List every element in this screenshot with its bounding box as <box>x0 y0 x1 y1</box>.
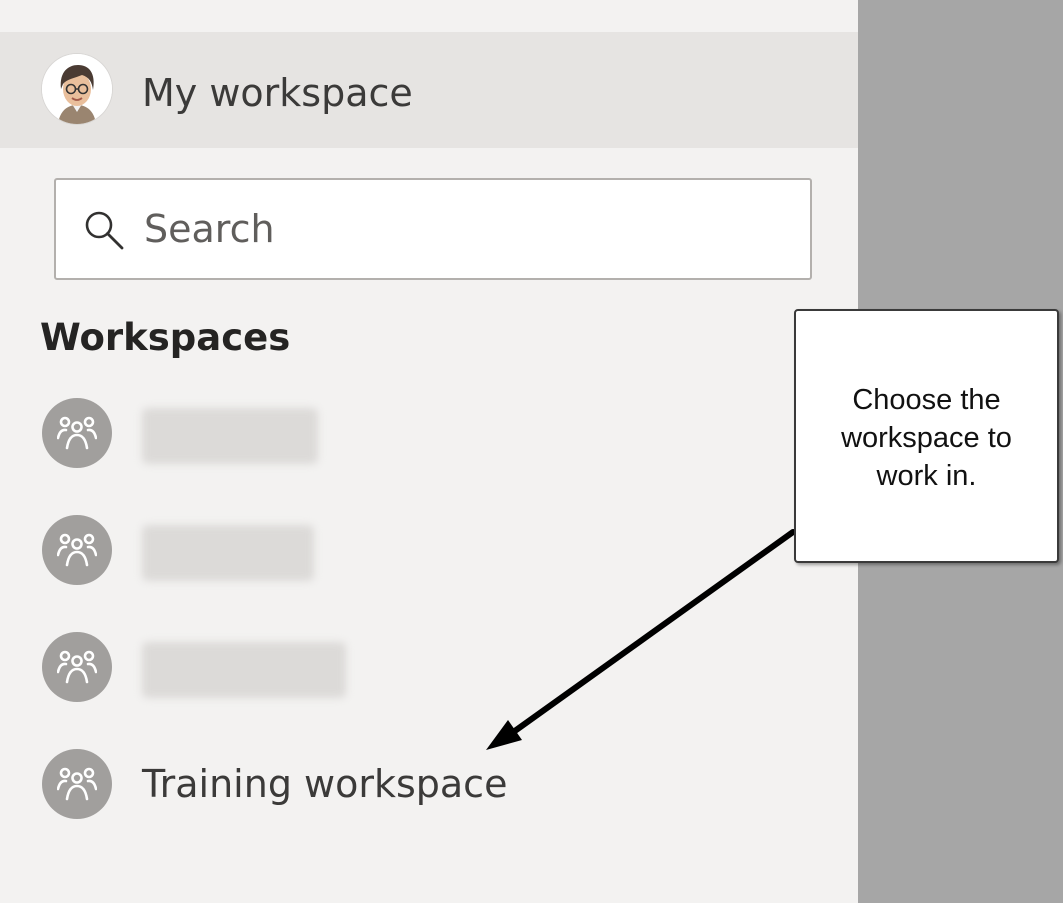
panel-top-strip <box>0 0 858 32</box>
blurred-workspace-name <box>142 525 314 581</box>
workspace-item[interactable] <box>0 398 760 488</box>
workspace-item[interactable] <box>0 515 760 605</box>
blurred-workspace-name <box>142 642 346 698</box>
search-input[interactable] <box>144 202 784 256</box>
my-workspace-item[interactable]: My workspace <box>0 32 858 148</box>
search-box[interactable] <box>54 178 812 280</box>
group-icon <box>42 749 112 819</box>
user-avatar <box>42 54 112 124</box>
workspace-item-training[interactable]: Training workspace <box>0 749 760 839</box>
callout-box: Choose the workspace to work in. <box>794 309 1059 563</box>
workspaces-heading: Workspaces <box>40 316 291 359</box>
group-icon <box>42 515 112 585</box>
group-icon <box>42 398 112 468</box>
callout-text: Choose the workspace to work in. <box>841 384 1012 492</box>
my-workspace-label: My workspace <box>142 71 413 115</box>
workspace-navigation-panel: My workspace Workspaces <box>0 0 858 903</box>
blurred-workspace-name <box>142 408 318 464</box>
search-icon <box>82 208 126 252</box>
workspace-item[interactable] <box>0 632 760 722</box>
workspace-label: Training workspace <box>142 762 508 806</box>
group-icon <box>42 632 112 702</box>
